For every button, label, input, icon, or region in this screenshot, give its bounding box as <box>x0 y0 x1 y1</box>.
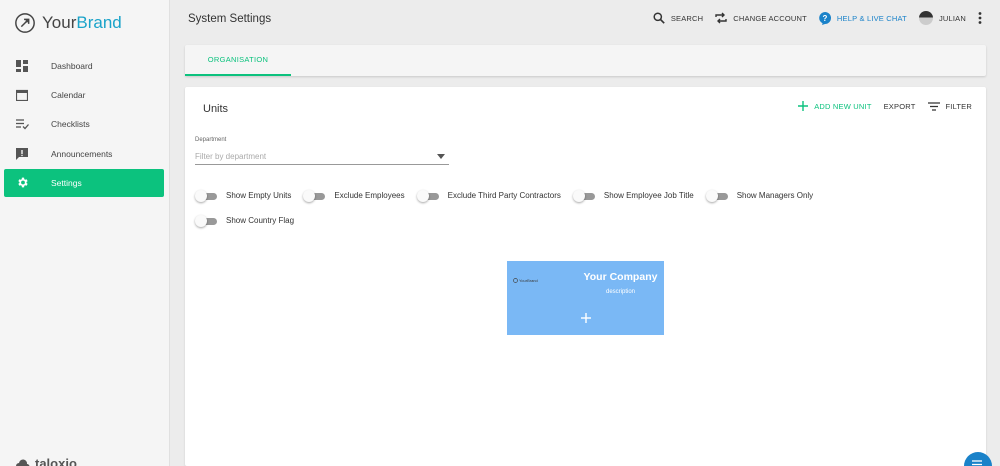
org-node-name: Your Company <box>583 271 658 283</box>
sidebar-item-label: Checklists <box>51 119 90 130</box>
cloud-icon <box>16 459 30 466</box>
org-node-description: description <box>605 289 635 295</box>
more-vert-icon <box>978 12 982 24</box>
switch <box>195 214 218 227</box>
top-actions: SEARCH CHANGE ACCOUNT ? HELP & LIVE CHAT… <box>653 11 982 25</box>
gear-icon <box>15 176 29 190</box>
more-menu-button[interactable] <box>978 12 982 24</box>
toggle-show-managers-only[interactable]: Show Managers Only <box>705 189 813 202</box>
add-child-unit-button[interactable] <box>577 309 594 326</box>
company-logo: YourBrand <box>513 278 538 283</box>
checklist-icon <box>15 117 29 131</box>
page-title: System Settings <box>188 13 272 25</box>
switch <box>416 189 440 202</box>
footer-brand: taloxio <box>16 456 77 466</box>
plus-icon <box>580 312 591 323</box>
svg-text:?: ? <box>822 13 827 22</box>
tab-organisation[interactable]: ORGANISATION <box>185 45 291 76</box>
sidebar-item-label: Calendar <box>51 90 86 101</box>
brand-logo[interactable]: YourBrand <box>14 12 122 34</box>
sidebar-item-settings[interactable]: Settings <box>4 168 164 197</box>
change-account-button[interactable]: CHANGE ACCOUNT <box>715 12 807 24</box>
toggle-show-empty-units[interactable]: Show Empty Units <box>195 189 291 202</box>
announcement-icon <box>15 147 29 161</box>
units-title: Units <box>203 103 229 115</box>
sidebar: YourBrand Dashboard Calendar Checklists … <box>0 0 170 466</box>
rocket-icon <box>15 13 35 33</box>
switch <box>195 189 218 202</box>
calendar-icon <box>15 88 29 102</box>
brand-name: YourBrand <box>42 13 122 32</box>
department-label: Department <box>195 137 227 143</box>
search-icon <box>653 12 665 24</box>
export-button[interactable]: EXPORT <box>884 102 916 111</box>
plus-icon <box>798 101 809 111</box>
chevron-down-icon <box>437 154 445 159</box>
display-toggles: Show Empty Units Exclude Employees Exclu… <box>195 183 985 233</box>
top-bar: System Settings SEARCH CHANGE ACCOUNT ? … <box>171 0 1000 44</box>
sidebar-item-checklists[interactable]: Checklists <box>4 110 164 138</box>
sidebar-item-calendar[interactable]: Calendar <box>4 81 164 109</box>
toggle-exclude-third-party-contractors[interactable]: Exclude Third Party Contractors <box>416 189 561 202</box>
help-live-chat-button[interactable]: ? HELP & LIVE CHAT <box>819 11 907 25</box>
sidebar-nav: Dashboard Calendar Checklists Announceme… <box>4 52 164 198</box>
toggle-show-country-flag[interactable]: Show Country Flag <box>195 214 294 227</box>
tabs-bar: ORGANISATION <box>185 45 986 76</box>
sidebar-item-label: Dashboard <box>51 61 93 71</box>
sidebar-item-label: Announcements <box>51 148 113 159</box>
toggle-exclude-employees[interactable]: Exclude Employees <box>303 189 405 202</box>
switch <box>705 189 729 202</box>
org-chart-root-node[interactable]: YourBrand Your Company description <box>507 261 664 335</box>
department-filter-select[interactable]: Filter by department <box>195 149 449 165</box>
dashboard-icon <box>15 59 29 73</box>
list-icon <box>972 460 982 466</box>
filter-button[interactable]: FILTER <box>927 101 972 111</box>
switch <box>572 189 596 202</box>
search-button[interactable]: SEARCH <box>653 12 703 24</box>
avatar <box>918 11 933 25</box>
sidebar-item-dashboard[interactable]: Dashboard <box>4 52 164 80</box>
sidebar-item-label: Settings <box>51 177 82 188</box>
help-icon: ? <box>819 11 831 25</box>
units-actions: ADD NEW UNIT EXPORT FILTER <box>798 101 972 111</box>
units-card: Units ADD NEW UNIT EXPORT FILTER Departm… <box>185 87 986 466</box>
add-new-unit-button[interactable]: ADD NEW UNIT <box>798 101 871 111</box>
swap-icon <box>715 12 727 24</box>
department-placeholder: Filter by department <box>195 152 267 161</box>
rocket-icon <box>513 278 518 283</box>
sidebar-item-announcements[interactable]: Announcements <box>4 140 164 168</box>
toggle-show-employee-job-title[interactable]: Show Employee Job Title <box>572 189 694 202</box>
user-menu[interactable]: JULIAN <box>918 11 966 25</box>
switch <box>303 189 326 202</box>
filter-icon <box>927 101 940 111</box>
